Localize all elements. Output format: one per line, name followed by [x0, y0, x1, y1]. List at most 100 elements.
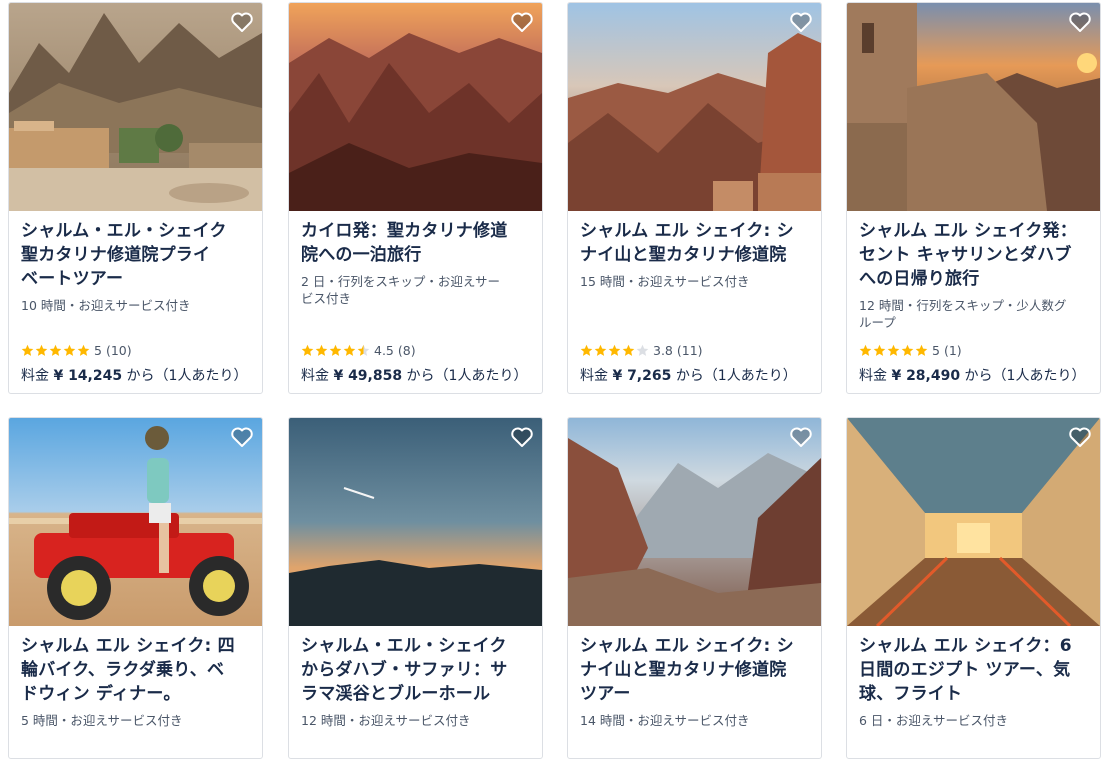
price-prefix: 料金 [21, 368, 49, 384]
price-prefix: 料金 [580, 368, 608, 384]
card-image [568, 3, 821, 211]
card-title-line: 輪バイク、ラクダ乗り、ベ [21, 660, 225, 680]
star-icon [622, 344, 635, 356]
star-icon [343, 344, 356, 356]
card-title-line: 球、フライト [859, 684, 963, 704]
activity-card[interactable]: シャルム エル シェイク: 四 輪バイク、ラクダ乗り、ベ ドウィン ディナー。 … [8, 417, 263, 759]
card-title[interactable]: シャルム エル シェイク発： セント キャサリンとダハブ への日帰り旅行 [859, 219, 1088, 291]
card-price: 料金 ¥ 28,490 から（1人あたり） [859, 365, 1085, 385]
price-prefix: 料金 [301, 368, 329, 384]
star-rating-icons [580, 344, 649, 357]
card-title-line: シャルム エル シェイク: シ [580, 636, 794, 656]
star-icon [77, 344, 90, 356]
star-rating-icons [859, 344, 928, 357]
card-title-line: シャルム・エル・シェイク [301, 636, 507, 656]
rating-value: 4.5 [374, 343, 394, 358]
card-title-line: シャルム・エル・シェイク [21, 221, 227, 241]
card-title-line: 日間のエジプト ツアー、気 [859, 660, 1071, 680]
activity-card[interactable]: シャルム エル シェイク: シ ナイ山と聖カタリナ修道院 15 時間・お迎えサー… [567, 2, 822, 394]
card-title-line: 院への一泊旅行 [301, 245, 422, 265]
card-image [9, 418, 262, 626]
card-title-line: ナイ山と聖カタリナ修道院 [580, 245, 787, 265]
card-image [9, 3, 262, 211]
card-image [289, 3, 542, 211]
star-rating-icons [21, 344, 90, 357]
star-icon [636, 344, 649, 356]
card-image [568, 418, 821, 626]
card-meta: 14 時間・お迎えサービス付き [580, 713, 750, 728]
wishlist-heart-icon[interactable] [1068, 426, 1092, 448]
card-price: 料金 ¥ 49,858 から（1人あたり） [301, 365, 527, 385]
wishlist-heart-icon[interactable] [230, 426, 254, 448]
price-suffix: から（1人あたり） [964, 368, 1086, 384]
star-icon [580, 344, 593, 356]
price-value: ¥ 14,245 [53, 368, 123, 384]
rating-value: 5 [94, 343, 102, 358]
star-icon [21, 344, 34, 356]
card-title-line: ベートツアー [21, 269, 124, 289]
card-title[interactable]: カイロ発：聖カタリナ修道 院への一泊旅行 [301, 219, 530, 267]
card-rating: 5 (1) [859, 343, 962, 358]
card-image [289, 418, 542, 626]
card-meta: 10 時間・お迎えサービス付き [21, 298, 191, 313]
star-icon [35, 344, 48, 356]
rating-value: 5 [932, 343, 940, 358]
star-icon [915, 344, 928, 356]
activity-card[interactable]: シャルム エル シェイク: シ ナイ山と聖カタリナ修道院 ツアー 14 時間・お… [567, 417, 822, 759]
activity-card[interactable]: カイロ発：聖カタリナ修道 院への一泊旅行 2 日・行列をスキップ・お迎えサー ビ… [288, 2, 543, 394]
star-rating-icons [301, 344, 370, 357]
star-icon [63, 344, 76, 356]
card-title-line: シャルム エル シェイク：6 [859, 636, 1072, 656]
card-meta-line: ループ [859, 315, 896, 330]
card-title[interactable]: シャルム エル シェイク: シ ナイ山と聖カタリナ修道院 [580, 219, 809, 267]
card-image [847, 418, 1100, 626]
price-suffix: から（1人あたり） [406, 368, 528, 384]
activity-card[interactable]: シャルム エル シェイク：6 日間のエジプト ツアー、気 球、フライト 6 日・… [846, 417, 1101, 759]
card-title[interactable]: シャルム エル シェイク: シ ナイ山と聖カタリナ修道院 ツアー [580, 634, 809, 706]
star-icon [315, 344, 328, 356]
price-value: ¥ 49,858 [333, 368, 403, 384]
star-icon [357, 344, 370, 356]
card-rating: 5 (10) [21, 343, 132, 358]
card-meta: 12 時間・お迎えサービス付き [301, 713, 471, 728]
star-icon [887, 344, 900, 356]
card-meta-line: 12 時間・行列をスキップ・少人数グ [859, 298, 1067, 313]
wishlist-heart-icon[interactable] [510, 11, 534, 33]
price-suffix: から（1人あたり） [126, 368, 248, 384]
price-prefix: 料金 [859, 368, 887, 384]
card-rating: 4.5 (8) [301, 343, 416, 358]
rating-value: 3.8 [653, 343, 673, 358]
star-icon [301, 344, 314, 356]
card-title-line: シャルム エル シェイク発： [859, 221, 1077, 241]
review-count: (10) [105, 343, 132, 358]
card-title-line: カイロ発：聖カタリナ修道 [301, 221, 508, 241]
card-title[interactable]: シャルム・エル・シェイク からダハブ・サファリ：サ ラマ渓谷とブルーホール [301, 634, 530, 706]
wishlist-heart-icon[interactable] [789, 11, 813, 33]
review-count: (11) [676, 343, 703, 358]
card-title-line: シャルム エル シェイク: 四 [21, 636, 235, 656]
card-meta: 2 日・行列をスキップ・お迎えサー ビス付き [301, 273, 530, 307]
card-image [847, 3, 1100, 211]
card-title-line: ラマ渓谷とブルーホール [301, 684, 491, 704]
activity-card[interactable]: シャルム エル シェイク発： セント キャサリンとダハブ への日帰り旅行 12 … [846, 2, 1101, 394]
star-icon [608, 344, 621, 356]
card-title[interactable]: シャルム エル シェイク: 四 輪バイク、ラクダ乗り、ベ ドウィン ディナー。 [21, 634, 250, 706]
star-icon [859, 344, 872, 356]
star-icon [901, 344, 914, 356]
wishlist-heart-icon[interactable] [510, 426, 534, 448]
star-icon [594, 344, 607, 356]
wishlist-heart-icon[interactable] [230, 11, 254, 33]
wishlist-heart-icon[interactable] [789, 426, 813, 448]
card-meta-line: ビス付き [301, 291, 352, 306]
card-meta: 6 日・お迎えサービス付き [859, 713, 1009, 728]
activity-card[interactable]: シャルム・エル・シェイク 聖カタリナ修道院プライ ベートツアー 10 時間・お迎… [8, 2, 263, 394]
card-title[interactable]: シャルム エル シェイク：6 日間のエジプト ツアー、気 球、フライト [859, 634, 1088, 706]
activity-card[interactable]: シャルム・エル・シェイク からダハブ・サファリ：サ ラマ渓谷とブルーホール 12… [288, 417, 543, 759]
review-count: (1) [943, 343, 962, 358]
price-suffix: から（1人あたり） [675, 368, 797, 384]
card-title-line: 聖カタリナ修道院プライ [21, 245, 211, 265]
review-count: (8) [397, 343, 416, 358]
card-rating: 3.8 (11) [580, 343, 703, 358]
wishlist-heart-icon[interactable] [1068, 11, 1092, 33]
card-title[interactable]: シャルム・エル・シェイク 聖カタリナ修道院プライ ベートツアー [21, 219, 250, 291]
